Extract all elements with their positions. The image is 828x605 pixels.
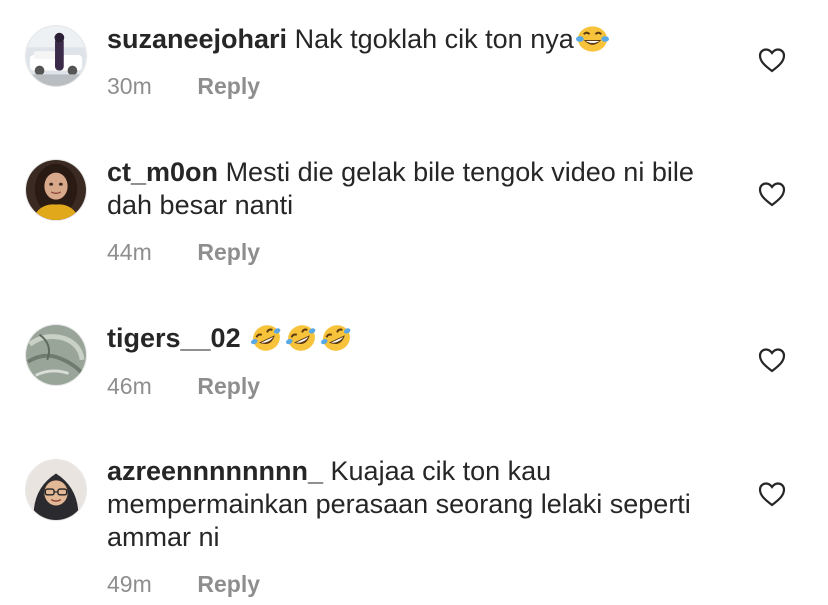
- face-with-tears-of-joy-emoji: [575, 24, 609, 54]
- comment-body: suzaneejohari Nak tgoklah cik ton nya: [107, 23, 727, 56]
- heart-outline-icon[interactable]: [758, 347, 786, 373]
- avatar[interactable]: [25, 324, 87, 386]
- rolling-on-floor-laughing-emoji: [250, 323, 283, 353]
- reply-button[interactable]: Reply: [197, 571, 260, 597]
- rolling-on-floor-laughing-emoji: [285, 323, 318, 353]
- heart-outline-icon[interactable]: [758, 481, 786, 507]
- comment-body: tigers__02: [107, 322, 727, 355]
- avatar[interactable]: [25, 159, 87, 221]
- comment-timestamp: 44m: [107, 239, 152, 265]
- heart-outline-icon[interactable]: [758, 47, 786, 73]
- comment-username[interactable]: azreennnnnnnn_: [107, 456, 323, 486]
- comment-timestamp: 46m: [107, 373, 152, 399]
- avatar[interactable]: [25, 25, 87, 87]
- comment-text: Nak tgoklah cik ton nya: [294, 24, 574, 54]
- comment-username[interactable]: tigers__02: [107, 323, 241, 353]
- rolling-on-floor-laughing-emoji: [320, 323, 353, 353]
- avatar[interactable]: [25, 459, 87, 521]
- comment-meta: 30m Reply: [107, 73, 260, 100]
- comment-meta: 46m Reply: [107, 373, 260, 400]
- comment-body: azreennnnnnnn_ Kuajaa cik ton kau memper…: [107, 455, 727, 554]
- reply-button[interactable]: Reply: [197, 73, 260, 99]
- reply-button[interactable]: Reply: [197, 373, 260, 399]
- comment-username[interactable]: suzaneejohari: [107, 24, 287, 54]
- comment-username[interactable]: ct_m0on: [107, 157, 218, 187]
- comment-meta: 44m Reply: [107, 239, 260, 266]
- comment-timestamp: 30m: [107, 73, 152, 99]
- comment-body: ct_m0on Mesti die gelak bile tengok vide…: [107, 156, 727, 222]
- comment-meta: 49m Reply: [107, 571, 260, 598]
- reply-button[interactable]: Reply: [197, 239, 260, 265]
- heart-outline-icon[interactable]: [758, 181, 786, 207]
- comment-timestamp: 49m: [107, 571, 152, 597]
